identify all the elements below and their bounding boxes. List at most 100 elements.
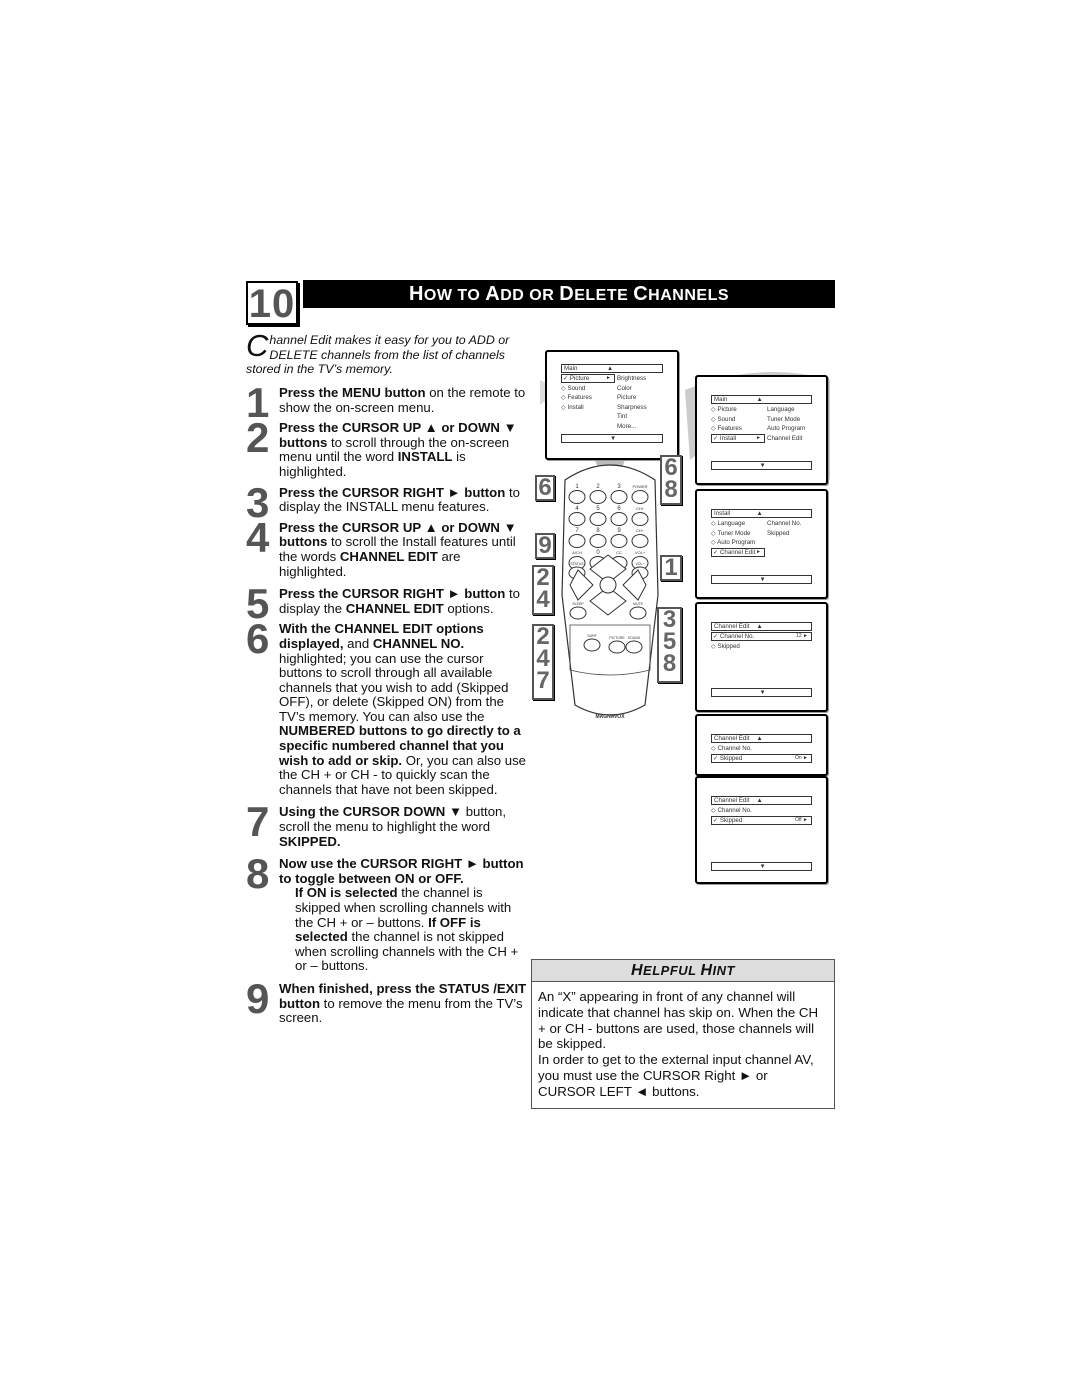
intro-paragraph: Channel Edit makes it easy for you to AD… <box>246 328 510 376</box>
callout-left-4: 2 4 7 <box>532 624 554 700</box>
menu-item: ✓ Picture ► <box>561 374 615 383</box>
step-list: 1 Press the MENU button on the remote to … <box>246 382 528 1032</box>
step-text: Press the CURSOR UP ▲ or DOWN ▼ buttons … <box>279 519 517 579</box>
hint-paragraph-1: An “X” appearing in front of any channel… <box>538 989 819 1052</box>
step-text: Now use the CURSOR RIGHT ► button to tog… <box>279 856 524 974</box>
callout-left-1: 6 <box>535 475 555 501</box>
menu-item: ◇ Picture <box>711 406 737 413</box>
hint-paragraph-2: In order to get to the external input ch… <box>538 1052 814 1099</box>
step-text: Press the CURSOR RIGHT ► button to displ… <box>279 484 520 515</box>
remote-button-mute[interactable] <box>629 606 647 620</box>
remote-button-label: PICTURE <box>609 636 625 640</box>
menu-item: ◇ Features <box>561 394 592 402</box>
osd-menu: Channel Edit ▲ ◇ Channel No. ✓ Skipped On ► <box>711 734 812 778</box>
remote-button-sleep[interactable] <box>569 606 587 620</box>
submenu-item: Brightness <box>617 375 647 382</box>
remote-button-1[interactable] <box>568 490 586 504</box>
remote-button-power[interactable] <box>631 490 649 504</box>
step-text: Using the CURSOR DOWN ▼ button, scroll t… <box>279 804 507 849</box>
step-number: 9 <box>246 974 270 1022</box>
helpful-hint-title: HELPFUL HINT <box>532 960 834 982</box>
menu-item: ◇ Sound <box>711 415 736 423</box>
remote-button-surf[interactable] <box>583 638 601 652</box>
submenu-item: Channel No. <box>767 520 802 527</box>
osd-menu: Main ▲ ◇ Picture ◇ Sound ◇ Features ✓ Install… <box>711 395 812 487</box>
remote-button-label: VOL− <box>635 562 644 566</box>
menu-scroll-down: ▼ <box>711 862 812 871</box>
remote-button-3[interactable] <box>610 490 628 504</box>
menu-scroll-down: ▼ <box>561 434 663 443</box>
drop-cap: C <box>246 328 269 363</box>
menu-item: ✓ Skipped On ► <box>711 753 812 763</box>
menu-header: Main ▲ <box>711 395 812 404</box>
step-8: 8 Now use the CURSOR RIGHT ► button to to… <box>246 850 528 974</box>
page-title: HOW TO ADD OR DELETE CHANNELS <box>303 280 835 308</box>
osd-menu: Channel Edit ▲ ◇ Channel No. ✓ Skipped Off ►… <box>711 796 812 886</box>
menu-item: ✓ Channel No. 12 ► <box>711 632 812 641</box>
submenu-item: Skipped <box>767 529 790 537</box>
section-number: 10 <box>246 281 298 325</box>
remote-button-label: A/CH <box>572 550 582 555</box>
submenu-item: More... <box>617 423 637 430</box>
menu-item: ✓ Channel Edit ► <box>711 547 765 557</box>
remote-button-label: SOUND <box>628 636 641 640</box>
menu-item: ◇ Auto Program <box>711 539 756 547</box>
step-text: Press the CURSOR UP ▲ or DOWN ▼ buttons … <box>279 420 517 479</box>
tv-screen-channel-edit-on: Channel Edit ▲ ◇ Channel No. ✓ Skipped On ► <box>695 714 828 776</box>
remote-button-label: SLEEP <box>572 602 584 606</box>
step-number: 6 <box>246 615 270 663</box>
osd-menu: Main ▲ ✓ Picture ► ◇ Sound ◇ Features ◇ Instal… <box>561 364 663 462</box>
callout-right-3: 3 5 8 <box>657 607 682 683</box>
callout-right-2: 1 <box>660 555 682 581</box>
remote-button-label: SURF <box>587 634 597 638</box>
remote-button-label: MUTE <box>633 602 644 606</box>
menu-item: ✓ Install ► <box>711 433 765 443</box>
submenu-item: Tuner Mode <box>767 415 801 423</box>
remote-button-label: POWER <box>632 484 647 489</box>
step-9: 9 When finished, press the STATUS /EXIT b… <box>246 974 528 1026</box>
submenu-item: Picture <box>617 394 637 402</box>
menu-item: ✓ Skipped Off ► <box>711 815 812 825</box>
menu-button[interactable] <box>599 576 617 594</box>
submenu-item: Auto Program <box>767 425 806 433</box>
step-text: With the CHANNEL EDIT options displayed,… <box>279 621 526 797</box>
menu-item: ◇ Sound <box>561 384 586 392</box>
menu-item: ◇ Skipped <box>711 642 740 650</box>
menu-item: ◇ Install <box>561 403 584 411</box>
callout-right-1: 6 8 <box>660 455 682 505</box>
remote-button-ch-[interactable] <box>631 534 649 548</box>
menu-scroll-down: ▼ <box>711 461 812 470</box>
step-number: 8 <box>246 850 270 898</box>
step-5: 5 Press the CURSOR RIGHT ► button to disp… <box>246 583 528 625</box>
remote-button-label: VOL+ <box>635 550 646 555</box>
submenu-item: Channel Edit <box>767 434 803 442</box>
helpful-hint-box: HELPFUL HINT An “X” appearing in front o… <box>531 959 835 1109</box>
osd-menu: Channel Edit ▲ ✓ Channel No. 12 ► ◇ Skipped ▼ <box>711 622 812 714</box>
remote-button-label: CC <box>616 550 622 555</box>
remote-button-8[interactable] <box>589 534 607 548</box>
menu-item: ◇ Language <box>711 520 746 527</box>
tv-screen-channel-edit-no: Channel Edit ▲ ✓ Channel No. 12 ► ◇ Skipped ▼ <box>695 602 828 712</box>
remote-button-picture[interactable] <box>608 640 626 654</box>
remote-button-4[interactable] <box>568 512 586 526</box>
remote-button-5[interactable] <box>589 512 607 526</box>
remote-button-ch-[interactable] <box>631 512 649 526</box>
callout-left-2: 9 <box>535 533 555 559</box>
step-number: 2 <box>246 414 270 462</box>
step-1: 1 Press the MENU button on the remote to … <box>246 382 528 424</box>
osd-menu: Install ▲ ◇ Language ◇ Tuner Mode ◇ Auto Pro… <box>711 509 812 601</box>
step-number: 7 <box>246 798 270 846</box>
menu-scroll-down: ▼ <box>711 688 812 697</box>
remote-button-label: CH+ <box>636 506 645 511</box>
menu-item: ◇ Channel No. <box>711 745 752 752</box>
remote-button-2[interactable] <box>589 490 607 504</box>
step-7: 7 Using the CURSOR DOWN ▼ button, scroll … <box>246 798 528 849</box>
tv-screen-main-picture: Main ▲ ✓ Picture ► ◇ Sound ◇ Features ◇ Instal… <box>545 350 679 460</box>
remote-button-7[interactable] <box>568 534 586 548</box>
menu-item: ◇ Features <box>711 425 742 433</box>
remote-button-6[interactable] <box>610 512 628 526</box>
menu-item: ◇ Tuner Mode <box>711 529 751 537</box>
step-text: When finished, press the STATUS /EXIT bu… <box>279 980 527 1026</box>
remote-button-sound[interactable] <box>625 640 643 654</box>
remote-button-9[interactable] <box>610 534 628 548</box>
